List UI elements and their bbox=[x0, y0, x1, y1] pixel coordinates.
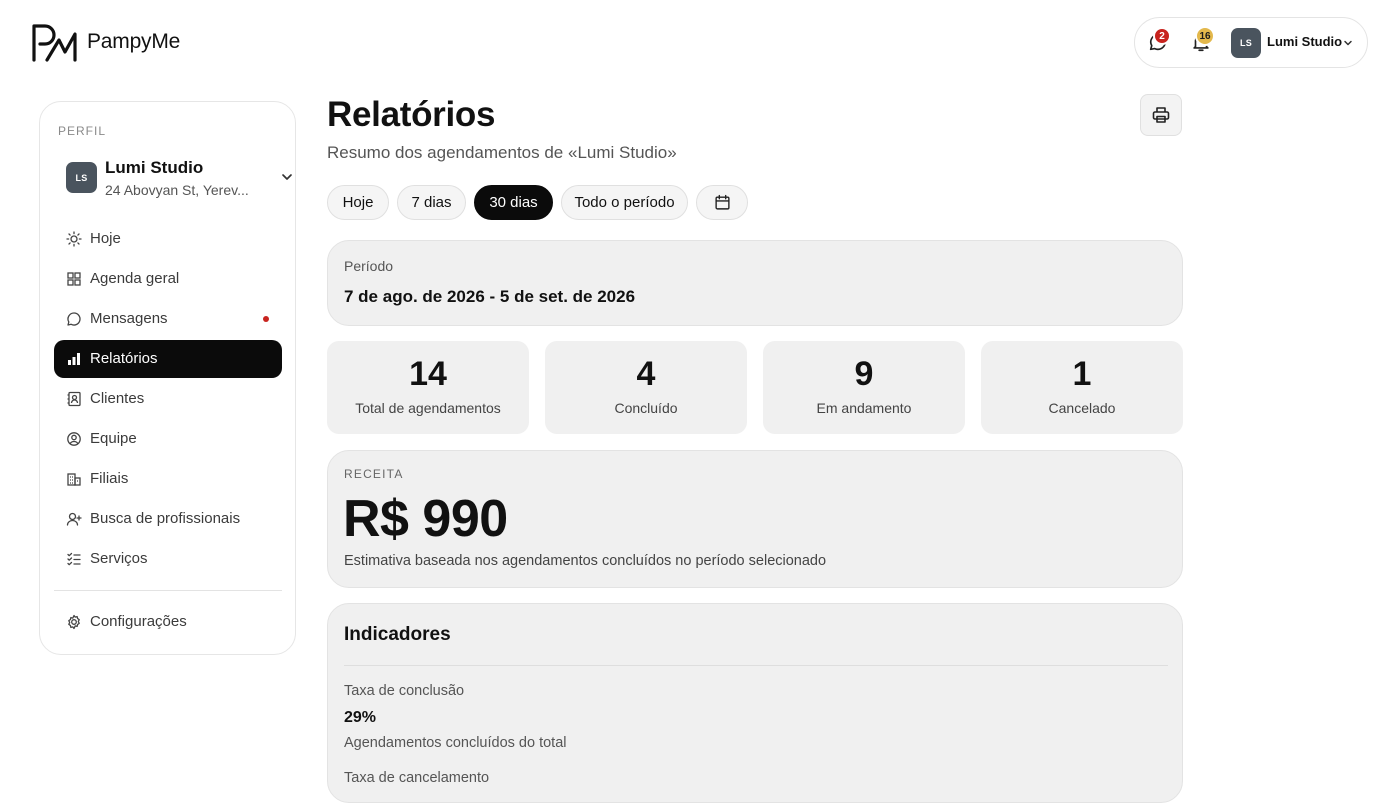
profile-selector[interactable]: LS Lumi Studio 24 Abovyan St, Yerev... bbox=[65, 158, 292, 198]
stat-value: 4 bbox=[636, 355, 656, 393]
sidebar-item-hoje[interactable]: Hoje bbox=[54, 220, 282, 258]
sidebar-item-mensagens[interactable]: Mensagens bbox=[54, 300, 282, 338]
sidebar-item-label: Filiais bbox=[90, 470, 129, 487]
chat-bubble-icon bbox=[66, 311, 82, 327]
revenue-label: RECEITA bbox=[344, 467, 404, 481]
sidebar-item-label: Agenda geral bbox=[90, 270, 180, 287]
stat-label: Em andamento bbox=[816, 400, 912, 416]
building-icon bbox=[66, 471, 82, 487]
stat-em-andamento: 9 Em andamento bbox=[763, 341, 965, 434]
stat-total: 14 Total de agendamentos bbox=[327, 341, 529, 434]
grid-icon bbox=[66, 271, 82, 287]
filter-custom-date[interactable] bbox=[696, 185, 748, 220]
sidebar-item-configuracoes[interactable]: Configurações bbox=[54, 603, 282, 641]
user-avatar[interactable]: LS bbox=[1231, 28, 1261, 58]
sidebar-item-label: Configurações bbox=[90, 613, 187, 630]
calendar-icon bbox=[714, 194, 730, 210]
indicators-card: Indicadores Taxa de conclusão 29% Agenda… bbox=[327, 603, 1183, 803]
sidebar: PERFIL LS Lumi Studio 24 Abovyan St, Yer… bbox=[39, 101, 296, 655]
pampyme-logo-icon bbox=[32, 24, 77, 62]
indicators-divider bbox=[344, 665, 1168, 666]
stat-concluido: 4 Concluído bbox=[545, 341, 747, 434]
contacts-icon bbox=[66, 391, 82, 407]
gear-icon bbox=[66, 614, 82, 630]
period-card: Período 7 de ago. de 2026 - 5 de set. de… bbox=[327, 240, 1183, 326]
revenue-note: Estimativa baseada nos agendamentos conc… bbox=[344, 553, 827, 569]
sidebar-item-label: Mensagens bbox=[90, 310, 168, 327]
unread-dot bbox=[263, 316, 269, 322]
page-title: Relatórios bbox=[327, 95, 496, 134]
sidebar-item-equipe[interactable]: Equipe bbox=[54, 420, 282, 458]
filter-todo-o-periodo[interactable]: Todo o período bbox=[561, 185, 688, 220]
sidebar-item-label: Hoje bbox=[90, 230, 121, 247]
printer-icon bbox=[1152, 107, 1170, 123]
sidebar-item-clientes[interactable]: Clientes bbox=[54, 380, 282, 418]
stat-label: Cancelado bbox=[1048, 400, 1116, 416]
indicator-note: Agendamentos concluídos do total bbox=[344, 735, 567, 751]
profile-address: 24 Abovyan St, Yerev... bbox=[105, 182, 249, 198]
user-menu-chevron-icon[interactable] bbox=[1342, 37, 1354, 49]
page-subtitle: Resumo dos agendamentos de «Lumi Studio» bbox=[327, 143, 677, 162]
sidebar-item-filiais[interactable]: Filiais bbox=[54, 460, 282, 498]
sidebar-item-busca-de-profissionais[interactable]: Busca de profissionais bbox=[54, 500, 282, 538]
user-name[interactable]: Lumi Studio bbox=[1267, 34, 1342, 49]
indicator-label: Taxa de cancelamento bbox=[344, 770, 490, 786]
sidebar-item-servicos[interactable]: Serviços bbox=[54, 540, 282, 578]
indicator-label: Taxa de conclusão bbox=[344, 683, 465, 699]
revenue-card: RECEITA R$ 990 Estimativa baseada nos ag… bbox=[327, 450, 1183, 588]
filter-7-dias[interactable]: 7 dias bbox=[397, 185, 466, 220]
sun-icon bbox=[66, 231, 82, 247]
print-button[interactable] bbox=[1140, 94, 1182, 136]
sidebar-item-label: Relatórios bbox=[90, 350, 158, 367]
sidebar-item-label: Equipe bbox=[90, 430, 137, 447]
stat-label: Total de agendamentos bbox=[355, 400, 501, 416]
stat-value: 1 bbox=[1072, 355, 1092, 393]
profile-avatar: LS bbox=[66, 162, 97, 193]
sidebar-divider bbox=[54, 590, 282, 591]
stat-cancelado: 1 Cancelado bbox=[981, 341, 1183, 434]
user-circle-icon bbox=[66, 431, 82, 447]
sidebar-item-label: Clientes bbox=[90, 390, 145, 407]
period-value: 7 de ago. de 2026 - 5 de set. de 2026 bbox=[344, 287, 636, 306]
sidebar-item-label: Busca de profissionais bbox=[90, 510, 241, 527]
filter-30-dias[interactable]: 30 dias bbox=[474, 185, 553, 220]
indicators-title: Indicadores bbox=[344, 624, 451, 645]
messages-badge: 2 bbox=[1153, 27, 1171, 45]
period-label: Período bbox=[344, 258, 394, 274]
sidebar-section-label: PERFIL bbox=[58, 124, 107, 138]
chevron-down-icon[interactable] bbox=[280, 170, 294, 184]
notifications-badge: 16 bbox=[1195, 26, 1215, 46]
sidebar-item-label: Serviços bbox=[90, 550, 148, 567]
indicator-value: 29% bbox=[344, 709, 377, 726]
sidebar-item-agenda-geral[interactable]: Agenda geral bbox=[54, 260, 282, 298]
stat-label: Concluído bbox=[614, 400, 678, 416]
brand-name: PampyMe bbox=[87, 30, 181, 53]
stat-value: 14 bbox=[409, 355, 447, 393]
user-plus-icon bbox=[66, 511, 82, 527]
brand-logo[interactable]: PampyMe bbox=[31, 22, 180, 62]
revenue-value: R$ 990 bbox=[343, 490, 508, 548]
checklist-icon bbox=[66, 551, 82, 567]
stat-value: 9 bbox=[854, 355, 874, 393]
sidebar-item-relatorios[interactable]: Relatórios bbox=[54, 340, 282, 378]
filter-hoje[interactable]: Hoje bbox=[327, 185, 389, 220]
bar-chart-icon bbox=[66, 351, 82, 367]
profile-name: Lumi Studio bbox=[105, 158, 204, 177]
